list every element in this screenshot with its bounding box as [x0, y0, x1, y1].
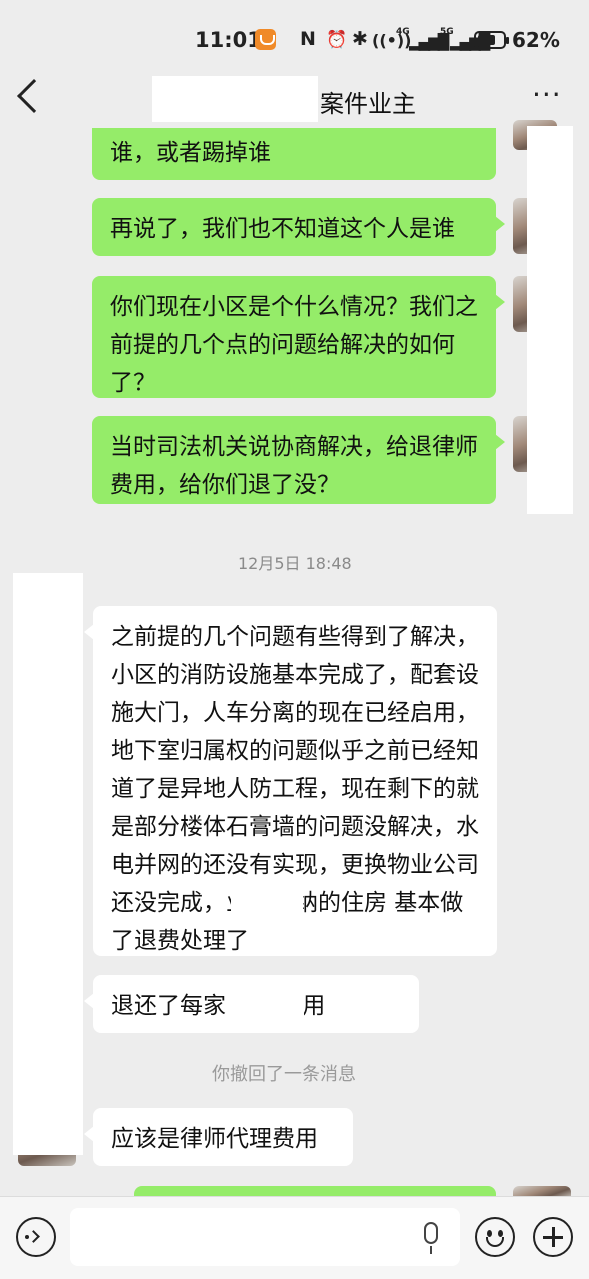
- message-bubble-incoming[interactable]: 应该是律师代理费用: [84, 1108, 353, 1166]
- voice-input-button[interactable]: [16, 1217, 56, 1257]
- signal-1-label: 4G: [396, 27, 410, 37]
- emoji-button[interactable]: [475, 1217, 515, 1257]
- message-bubble-outgoing[interactable]: 当时司法机关说协商解决，给退律师费用，给你们退了没？: [92, 416, 505, 504]
- chat-title: 案件业主: [320, 90, 416, 118]
- redaction-block: [13, 573, 83, 1155]
- message-bubble-outgoing[interactable]: 谁，或者踢掉谁: [92, 128, 496, 180]
- alarm-icon: ⏰: [326, 30, 348, 50]
- bluetooth-icon: ✱: [352, 28, 368, 50]
- microphone-icon[interactable]: [424, 1222, 438, 1254]
- emoji-mouth: [486, 1237, 504, 1247]
- redaction-block: [230, 982, 304, 1026]
- voice-wave-icon: [27, 1230, 40, 1243]
- redacted-name: [152, 76, 318, 122]
- nfc-icon: N: [300, 28, 316, 50]
- redaction-block: [527, 126, 573, 514]
- redaction-block: [231, 880, 303, 918]
- app-notification-icon: [255, 29, 276, 50]
- more-functions-button[interactable]: [533, 1217, 573, 1257]
- status-time: 11:01: [195, 28, 262, 52]
- battery-percent: 62%: [512, 28, 560, 52]
- message-input[interactable]: [70, 1208, 460, 1266]
- emoji-eye: [487, 1230, 492, 1237]
- message-timestamp: 12月5日 18:48: [238, 554, 352, 573]
- battery-icon: [474, 31, 509, 49]
- recall-notice: 你撤回了一条消息: [212, 1064, 356, 1085]
- more-options-button[interactable]: ···: [532, 81, 562, 109]
- message-bubble-outgoing[interactable]: 你们现在小区是个什么情况？我们之前提的几个点的问题给解决的如何了？: [92, 276, 505, 398]
- emoji-eye: [498, 1230, 503, 1237]
- message-bubble-outgoing[interactable]: 再说了，我们也不知道这个人是谁: [92, 198, 505, 256]
- plus-icon: [552, 1227, 555, 1247]
